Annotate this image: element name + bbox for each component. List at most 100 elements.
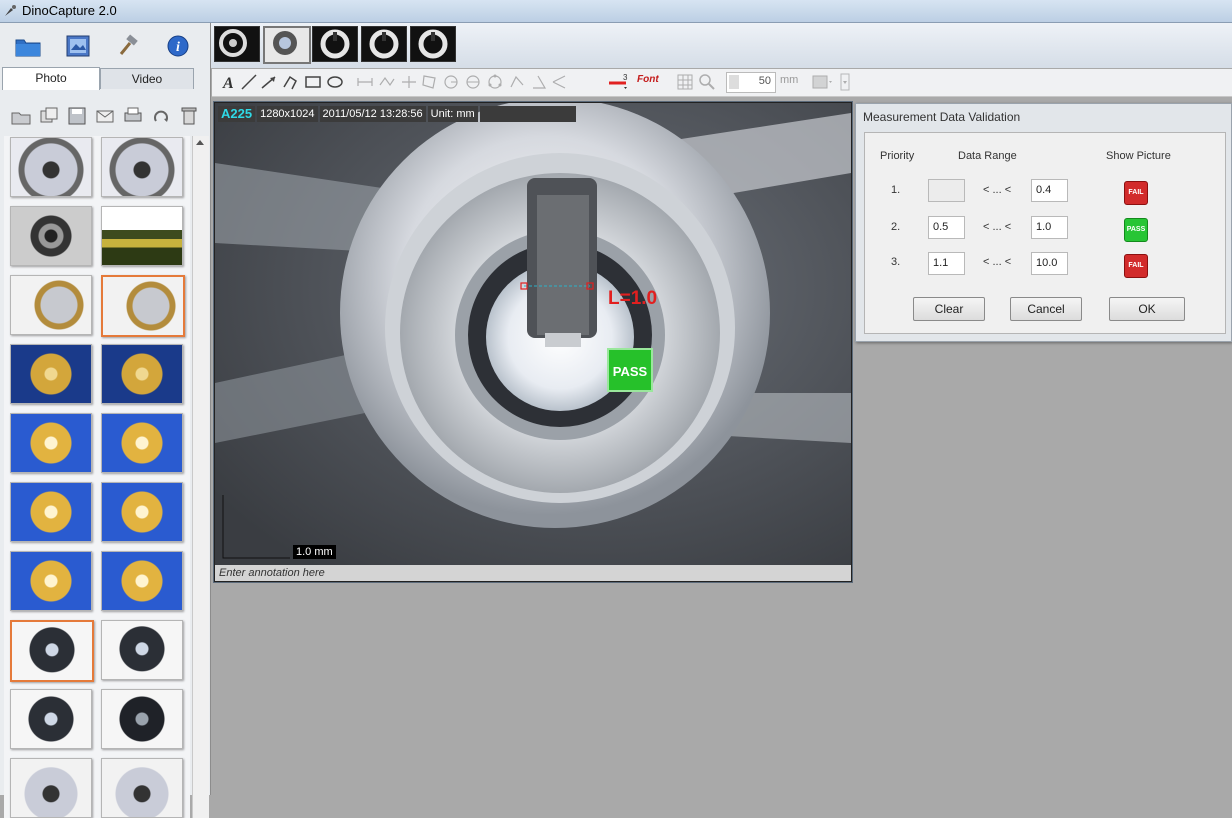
thumbnail-image[interactable] [101, 206, 183, 266]
cancel-button[interactable]: Cancel [1010, 297, 1082, 321]
line-width-value: 3 [623, 73, 628, 82]
polyline-tool-icon[interactable] [282, 73, 300, 91]
ok-button[interactable]: OK [1109, 297, 1185, 321]
thumbnail-image[interactable] [10, 344, 92, 404]
range-min-field[interactable]: 1.1 [928, 252, 965, 275]
annotation-field[interactable]: Enter annotation here [215, 565, 851, 581]
image-settings-button[interactable] [62, 31, 94, 61]
row-priority: 1. [891, 184, 901, 196]
polygon-measure-icon[interactable] [420, 73, 438, 91]
capture-image [320, 29, 350, 59]
ellipse-tool-icon[interactable] [326, 73, 344, 91]
unit-select[interactable]: mm [780, 74, 798, 86]
thumbnail-image[interactable] [101, 620, 183, 680]
capture-thumbnail[interactable] [214, 26, 260, 62]
copy-icon[interactable] [38, 105, 60, 127]
measurement-unit: Unit: mm [427, 106, 478, 122]
image-viewer[interactable]: A225 1280x1024 2011/05/12 13:28:56 Unit:… [213, 101, 853, 583]
zoom-spinner-icon[interactable] [729, 75, 739, 89]
capture-thumbnail[interactable] [312, 26, 358, 62]
arc-measure-icon[interactable] [508, 73, 526, 91]
thumbnail-image[interactable] [101, 413, 183, 473]
zoom-field[interactable]: 50 [726, 72, 776, 93]
three-point-angle-icon[interactable] [550, 73, 568, 91]
grid-icon[interactable] [676, 73, 694, 91]
delete-icon[interactable] [178, 105, 200, 127]
thumbnail-image[interactable] [101, 482, 183, 542]
tab-photo[interactable]: Photo [2, 67, 100, 90]
thumbnail-image[interactable] [10, 758, 92, 818]
range-separator: < ... < [983, 221, 1012, 233]
image-timestamp: 2011/05/12 13:28:56 [319, 106, 426, 122]
info-icon: i [167, 35, 189, 57]
image-info-bar: A225 1280x1024 2011/05/12 13:28:56 Unit:… [218, 106, 576, 122]
capture-thumbnail[interactable] [410, 26, 456, 62]
thumbnail-image-selected[interactable] [10, 620, 94, 682]
email-icon[interactable] [94, 105, 116, 127]
tools-button[interactable] [112, 31, 144, 61]
thumbnail-image[interactable] [101, 551, 183, 611]
zoom-icon[interactable] [698, 73, 716, 91]
measurement-label[interactable]: L=1.0 [608, 288, 657, 310]
circle-diameter-icon[interactable] [464, 73, 482, 91]
clear-button[interactable]: Clear [913, 297, 985, 321]
angle-measure-icon[interactable] [530, 73, 548, 91]
arrow-tool-icon[interactable] [260, 73, 278, 91]
range-separator: < ... < [983, 184, 1012, 196]
info-button[interactable]: i [162, 31, 194, 61]
thumbnail-image[interactable] [101, 689, 183, 749]
range-max-field[interactable]: 10.0 [1031, 252, 1068, 275]
thumbnail-image[interactable] [10, 689, 92, 749]
capture-thumbnail[interactable] [361, 26, 407, 62]
range-min-field[interactable] [928, 179, 965, 202]
priority-header: Priority [880, 150, 915, 162]
folder-button[interactable] [12, 31, 44, 61]
tab-strip: Photo Video [2, 67, 208, 90]
thumbnail-image[interactable] [10, 482, 92, 542]
info-spacer [479, 106, 576, 122]
measurement-validation-dialog: Measurement Data Validation Priority Dat… [855, 103, 1232, 342]
thumbnail-image[interactable] [101, 344, 183, 404]
range-max-field[interactable]: 0.4 [1031, 179, 1068, 202]
app-icon [5, 5, 16, 16]
thumbnail-image[interactable] [10, 275, 92, 335]
row-priority: 2. [891, 221, 901, 233]
capture-thumbnail-selected[interactable] [263, 26, 311, 64]
circle-radius-icon[interactable] [442, 73, 460, 91]
thumbnail-image[interactable] [10, 137, 92, 197]
fail-picture-button[interactable]: FAIL [1124, 254, 1148, 278]
thumbnail-image[interactable] [101, 137, 183, 197]
more-options-icon[interactable] [840, 73, 850, 91]
fail-picture-button[interactable]: FAIL [1124, 181, 1148, 205]
range-max-field[interactable]: 1.0 [1031, 216, 1068, 239]
range-min-field[interactable]: 0.5 [928, 216, 965, 239]
open-folder-icon[interactable] [10, 105, 32, 127]
rotate-icon[interactable] [150, 105, 172, 127]
scroll-up-icon[interactable] [196, 140, 204, 145]
thumbnail-image[interactable] [10, 413, 92, 473]
calibration-icon[interactable] [811, 73, 833, 91]
dialog-title: Measurement Data Validation [863, 110, 1021, 124]
thumbnail-image[interactable] [101, 758, 183, 818]
save-icon[interactable] [66, 105, 88, 127]
thumbnail-scrollbar[interactable] [192, 136, 209, 818]
three-point-circle-icon[interactable] [486, 73, 504, 91]
microscope-photo[interactable]: A225 1280x1024 2011/05/12 13:28:56 Unit:… [215, 103, 851, 565]
line-tool-icon[interactable] [240, 73, 258, 91]
rectangle-tool-icon[interactable] [304, 73, 322, 91]
thumbnail-image-selected[interactable] [101, 275, 185, 337]
thumbnail-image[interactable] [10, 551, 92, 611]
print-icon[interactable] [122, 105, 144, 127]
title-bar: DinoCapture 2.0 [0, 0, 1232, 23]
distance-tool-icon[interactable] [356, 73, 374, 91]
polyline-measure-icon[interactable] [378, 73, 396, 91]
tab-video[interactable]: Video [100, 68, 194, 89]
perpendicular-measure-icon[interactable] [400, 73, 418, 91]
svg-text:A: A [222, 75, 234, 91]
text-tool-icon[interactable]: A [220, 73, 238, 91]
line-width-icon[interactable]: 3 [608, 73, 630, 91]
thumbnail-image[interactable] [10, 206, 92, 266]
font-button[interactable]: Font [637, 74, 659, 85]
pass-picture-button[interactable]: PASS [1124, 218, 1148, 242]
drawing-toolbar: A 3 Font 50 mm [212, 69, 1232, 97]
